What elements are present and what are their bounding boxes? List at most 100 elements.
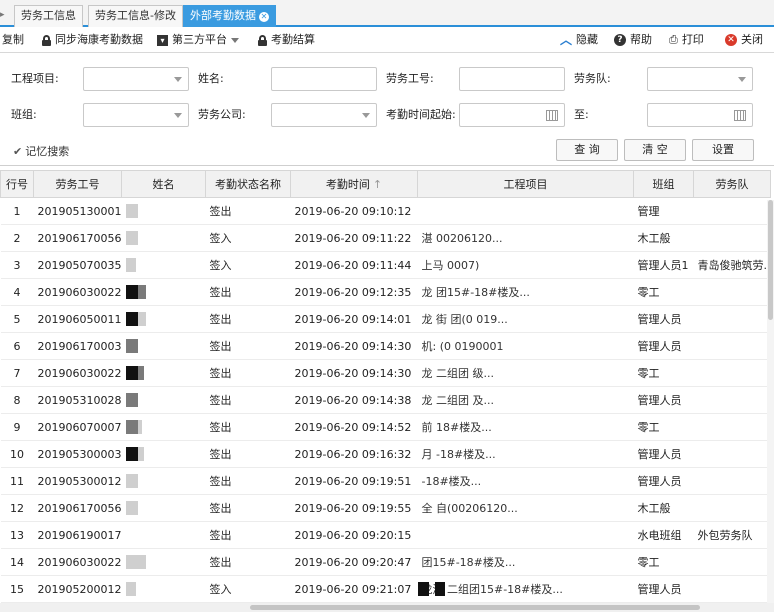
table-row[interactable]: 6 201906170003 签出 2019-06-20 09:14:30 机: (0 … (0, 332, 771, 360)
worker-no-input[interactable] (459, 67, 565, 91)
cell-status: 签出 (205, 413, 291, 441)
close-icon: ✕ (725, 34, 737, 46)
time-from-label: 考勤时间起始: (386, 108, 456, 121)
cell-row-no: 4 (0, 278, 34, 306)
cell-status: 签出 (205, 197, 291, 225)
calendar-icon[interactable] (734, 110, 746, 121)
cell-project: 上马 0007) (417, 251, 634, 279)
cell-team (693, 467, 771, 495)
table-row[interactable]: 10 201905300003 签出 2019-06-20 09:16:32 月 -1… (0, 440, 771, 468)
cell-group: 零工 (633, 413, 694, 441)
company-select[interactable] (271, 103, 377, 127)
cell-time: 2019-06-20 09:11:22 (290, 224, 418, 252)
tab-external-attendance[interactable]: 外部考勤数据 ✕ (183, 5, 276, 27)
table-row[interactable]: 12 201906170056 签出 2019-06-20 09:19:55 全 自(… (0, 494, 771, 522)
cell-status: 签出 (205, 467, 291, 495)
print-button[interactable]: ⎙ 打印 (669, 31, 704, 49)
table-row[interactable]: 9 201906070007 签出 2019-06-20 09:14:52 前 18#… (0, 413, 771, 441)
clear-button[interactable]: 清 空 (624, 139, 686, 161)
cell-group: 管理人员 (633, 386, 694, 414)
col-header-name[interactable]: 姓名 (121, 170, 206, 198)
table-row[interactable]: 15 201905200012 签入 2019-06-20 09:21:07 龙湖 二组… (0, 575, 771, 603)
cell-name (121, 413, 206, 441)
table-row[interactable]: 1 201905130001 签出 2019-06-20 09:10:12 管理 (0, 197, 771, 225)
group-select[interactable] (83, 103, 189, 127)
table-row[interactable]: 5 201906050011 签出 2019-06-20 09:14:01 龙 街 团(… (0, 305, 771, 333)
cell-row-no: 8 (0, 386, 34, 414)
sync-hikvision-button[interactable]: 同步海康考勤数据 (42, 31, 143, 49)
cell-status: 签出 (205, 548, 291, 576)
team-select[interactable] (647, 67, 753, 91)
table-row[interactable]: 14 201906030022 签出 2019-06-20 09:20:47 团15#… (0, 548, 771, 576)
tab-close-icon[interactable]: ✕ (259, 12, 269, 22)
hide-button[interactable]: ︿ 隐藏 (560, 31, 598, 49)
name-input[interactable] (271, 67, 377, 91)
help-button[interactable]: ? 帮助 (614, 31, 652, 49)
tab-scroll-left-icon[interactable]: ▸ (0, 10, 8, 20)
time-to-input[interactable] (647, 103, 753, 127)
table-row[interactable]: 7 201906030022 签出 2019-06-20 09:14:30 龙 二组团 … (0, 359, 771, 387)
cell-team (693, 386, 771, 414)
chevron-down-icon (738, 77, 746, 82)
cell-team: 外包劳务队 (693, 521, 771, 549)
cell-group: 管理人员 (633, 575, 694, 603)
col-header-worker-no[interactable]: 劳务工号 (33, 170, 122, 198)
cell-group: 水电班组 (633, 521, 694, 549)
cell-team (693, 440, 771, 468)
table-row[interactable]: 8 201905310028 签出 2019-06-20 09:14:38 龙 二组团 … (0, 386, 771, 414)
cell-name (121, 575, 206, 603)
col-header-team[interactable]: 劳务队 (693, 170, 771, 198)
cell-project (417, 197, 634, 225)
remember-search-checkbox[interactable]: ✔ 记忆搜索 (13, 143, 69, 159)
project-text: 机: (0 0190001 (421, 340, 504, 353)
query-button[interactable]: 查 询 (556, 139, 618, 161)
col-header-time[interactable]: 考勤时间 ↑ (290, 170, 418, 198)
calendar-icon[interactable] (546, 110, 558, 121)
cell-status: 签入 (205, 224, 291, 252)
copy-button[interactable]: 复制 (2, 31, 24, 49)
horizontal-scrollbar[interactable] (0, 603, 774, 612)
third-party-dropdown[interactable]: ▾ 第三方平台 (157, 31, 239, 49)
cell-group: 木工般 (633, 494, 694, 522)
redaction-mask (125, 582, 136, 596)
cell-status: 签入 (205, 575, 291, 603)
download-icon: ▾ (157, 34, 168, 46)
redaction-mask (125, 447, 138, 461)
redaction-mask (139, 555, 146, 569)
project-select[interactable] (83, 67, 189, 91)
table-row[interactable]: 2 201906170056 签入 2019-06-20 09:11:22 湛 0020… (0, 224, 771, 252)
col-header-status[interactable]: 考勤状态名称 (205, 170, 291, 198)
scrollbar-thumb[interactable] (768, 200, 773, 320)
col-header-group[interactable]: 班组 (633, 170, 694, 198)
table-row[interactable]: 3 201905070035 签入 2019-06-20 09:11:44 上马 000… (0, 251, 771, 279)
table-row[interactable]: 13 201906190017 签出 2019-06-20 09:20:15 水电班组外… (0, 521, 771, 549)
project-text: 前 18#楼及... (421, 421, 492, 434)
col-header-row-no[interactable]: 行号 (0, 170, 34, 198)
cell-name (121, 305, 206, 333)
cell-time: 2019-06-20 09:11:44 (290, 251, 418, 279)
project-text: 龙 二组团 级... (421, 367, 494, 380)
settings-button[interactable]: 设置 (692, 139, 754, 161)
group-label: 班组: (11, 108, 37, 121)
tab-worker-info-edit[interactable]: 劳务工信息-修改 (88, 5, 183, 27)
cell-group: 管理 (633, 197, 694, 225)
vertical-scrollbar[interactable] (767, 200, 774, 612)
col-header-project[interactable]: 工程项目 (417, 170, 634, 198)
table-row[interactable]: 11 201905300012 签出 2019-06-20 09:19:51 -18#… (0, 467, 771, 495)
table-row[interactable]: 4 201906030022 签出 2019-06-20 09:12:35 龙 团15#… (0, 278, 771, 306)
cell-worker-no: 201905300003 (33, 440, 122, 468)
time-from-input[interactable] (459, 103, 565, 127)
cell-time: 2019-06-20 09:16:32 (290, 440, 418, 468)
cell-worker-no: 201906190017 (33, 521, 122, 549)
cell-group: 零工 (633, 548, 694, 576)
cell-time: 2019-06-20 09:14:30 (290, 359, 418, 387)
tab-worker-info[interactable]: 劳务工信息 (14, 5, 83, 27)
cell-team (693, 332, 771, 360)
cell-team (693, 548, 771, 576)
scrollbar-thumb[interactable] (250, 605, 700, 610)
redaction-mask (137, 420, 142, 434)
cell-group: 零工 (633, 359, 694, 387)
attendance-settle-button[interactable]: 考勤结算 (258, 31, 315, 49)
cell-project: 龙 二组团 及... (417, 386, 634, 414)
close-button[interactable]: ✕ 关闭 (725, 31, 763, 49)
